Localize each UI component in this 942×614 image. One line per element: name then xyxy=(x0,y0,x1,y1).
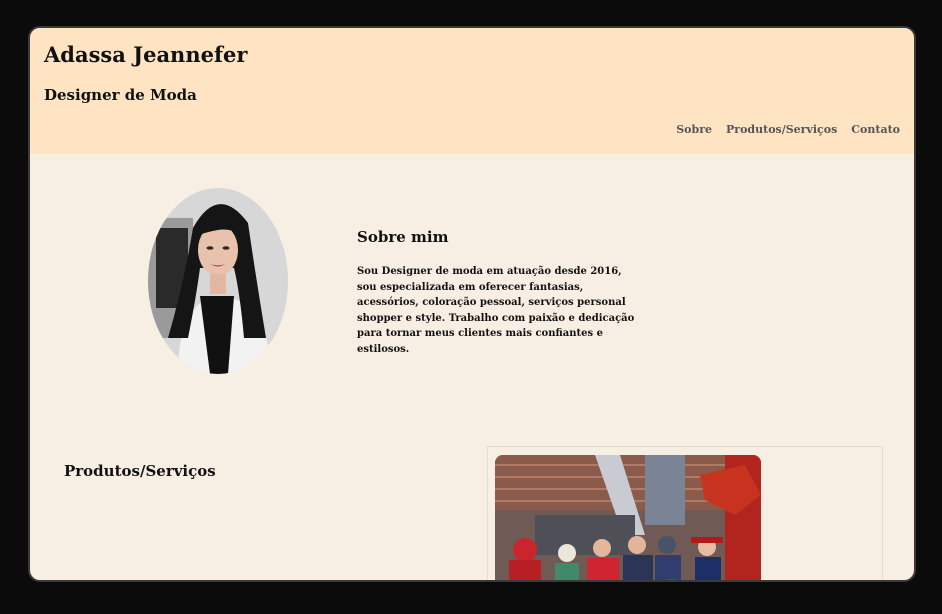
profile-photo xyxy=(148,188,288,374)
nav-link-contato[interactable]: Contato xyxy=(851,123,900,136)
nav-link-sobre[interactable]: Sobre xyxy=(676,123,712,136)
site-subtitle: Designer de Moda xyxy=(44,86,197,104)
site-title: Adassa Jeannefer xyxy=(44,42,248,67)
main-nav: Sobre Produtos/Serviços Contato xyxy=(676,123,900,136)
browser-window: Adassa Jeannefer Designer de Moda Sobre … xyxy=(28,26,916,582)
about-text: Sou Designer de moda em atuação desde 20… xyxy=(357,266,635,355)
product-card[interactable] xyxy=(487,446,883,580)
nav-link-produtos-servicos[interactable]: Produtos/Serviços xyxy=(726,123,837,136)
about-heading: Sobre mim xyxy=(357,228,449,246)
products-heading: Produtos/Serviços xyxy=(64,462,216,480)
site-header: Adassa Jeannefer Designer de Moda Sobre … xyxy=(30,28,914,154)
product-photo xyxy=(495,455,761,580)
